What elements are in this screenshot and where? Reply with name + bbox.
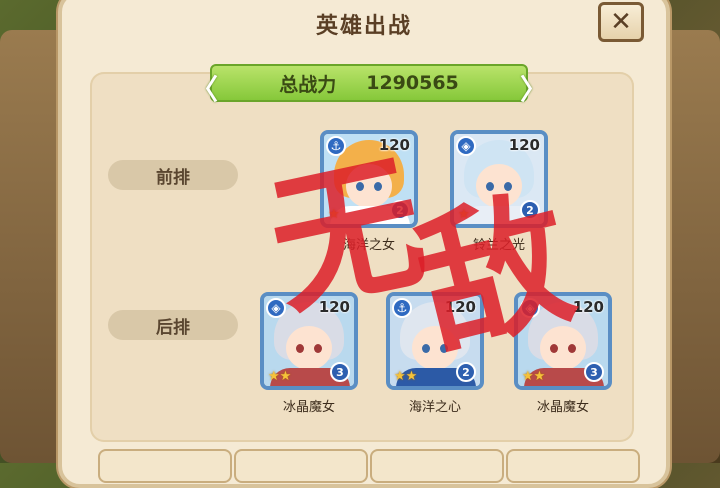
hero-level: 120 xyxy=(444,298,476,316)
bottom-tab-3[interactable] xyxy=(370,449,504,483)
hero-level: 120 xyxy=(318,298,350,316)
hero-level: 120 xyxy=(508,136,540,154)
shield-icon: ◈ xyxy=(456,136,476,156)
star-rank-icon: ★★ xyxy=(522,369,546,384)
close-icon: ✕ xyxy=(610,7,632,37)
hero-name: 海洋之女 xyxy=(342,238,395,253)
hero-level: 120 xyxy=(572,298,604,316)
hero-card[interactable]: ⚓ 120 ★★ 2 xyxy=(386,292,484,390)
chevron-right-icon: 〉 xyxy=(519,73,548,106)
hero-card[interactable]: ⚓ 120 ★ 2 xyxy=(320,130,418,228)
hero-star-count: 3 xyxy=(584,362,604,382)
total-power-banner: 〈 总战力 1290565 〉 xyxy=(190,64,548,106)
close-button[interactable]: ✕ xyxy=(598,2,644,42)
hero-card[interactable]: ◈ 120 ★★ 3 xyxy=(260,292,358,390)
front-hero-slot-1[interactable]: ⚓ 120 ★ 2 海洋之女 xyxy=(320,130,418,253)
hero-name: 冰晶魔女 xyxy=(536,400,589,415)
dialog-title: 英雄出战 xyxy=(315,14,412,39)
back-row-label: 后排 xyxy=(108,310,238,340)
chevron-left-icon: 〈 xyxy=(190,73,219,106)
hero-name: 铃兰之光 xyxy=(472,238,525,253)
hero-name: 海洋之心 xyxy=(408,400,461,415)
hero-star-count: 2 xyxy=(520,200,540,220)
front-row-label: 前排 xyxy=(108,160,238,190)
total-power-label: 总战力 xyxy=(279,73,337,96)
shield-icon: ◈ xyxy=(520,298,540,318)
hero-star-count: 2 xyxy=(456,362,476,382)
bottom-tab-4[interactable] xyxy=(506,449,640,483)
hero-deploy-dialog: 英雄出战 ✕ 〈 总战力 1290565 〉 前排 后排 ⚓ 120 ★ 2 海… xyxy=(58,0,670,488)
anchor-icon: ⚓ xyxy=(392,298,412,318)
bottom-tab-1[interactable] xyxy=(98,449,232,483)
shield-icon: ◈ xyxy=(266,298,286,318)
back-hero-slot-3[interactable]: ◈ 120 ★★ 3 冰晶魔女 xyxy=(514,292,612,415)
hero-name: 冰晶魔女 xyxy=(282,400,335,415)
anchor-icon: ⚓ xyxy=(326,136,346,156)
hero-card[interactable]: ◈ 120 ★★ 3 xyxy=(514,292,612,390)
hero-card[interactable]: ◈ 120 ★ 2 xyxy=(450,130,548,228)
front-hero-slot-2[interactable]: ◈ 120 ★ 2 铃兰之光 xyxy=(450,130,548,253)
hero-level: 120 xyxy=(378,136,410,154)
back-hero-slot-1[interactable]: ◈ 120 ★★ 3 冰晶魔女 xyxy=(260,292,358,415)
star-rank-icon: ★★ xyxy=(268,369,292,384)
total-power-value: 1290565 xyxy=(366,72,459,94)
bottom-tab-2[interactable] xyxy=(234,449,368,483)
hero-star-count: 2 xyxy=(390,200,410,220)
star-rank-icon: ★ xyxy=(458,207,470,222)
back-hero-slot-2[interactable]: ⚓ 120 ★★ 2 海洋之心 xyxy=(386,292,484,415)
star-rank-icon: ★ xyxy=(328,207,340,222)
hero-star-count: 3 xyxy=(330,362,350,382)
star-rank-icon: ★★ xyxy=(394,369,418,384)
